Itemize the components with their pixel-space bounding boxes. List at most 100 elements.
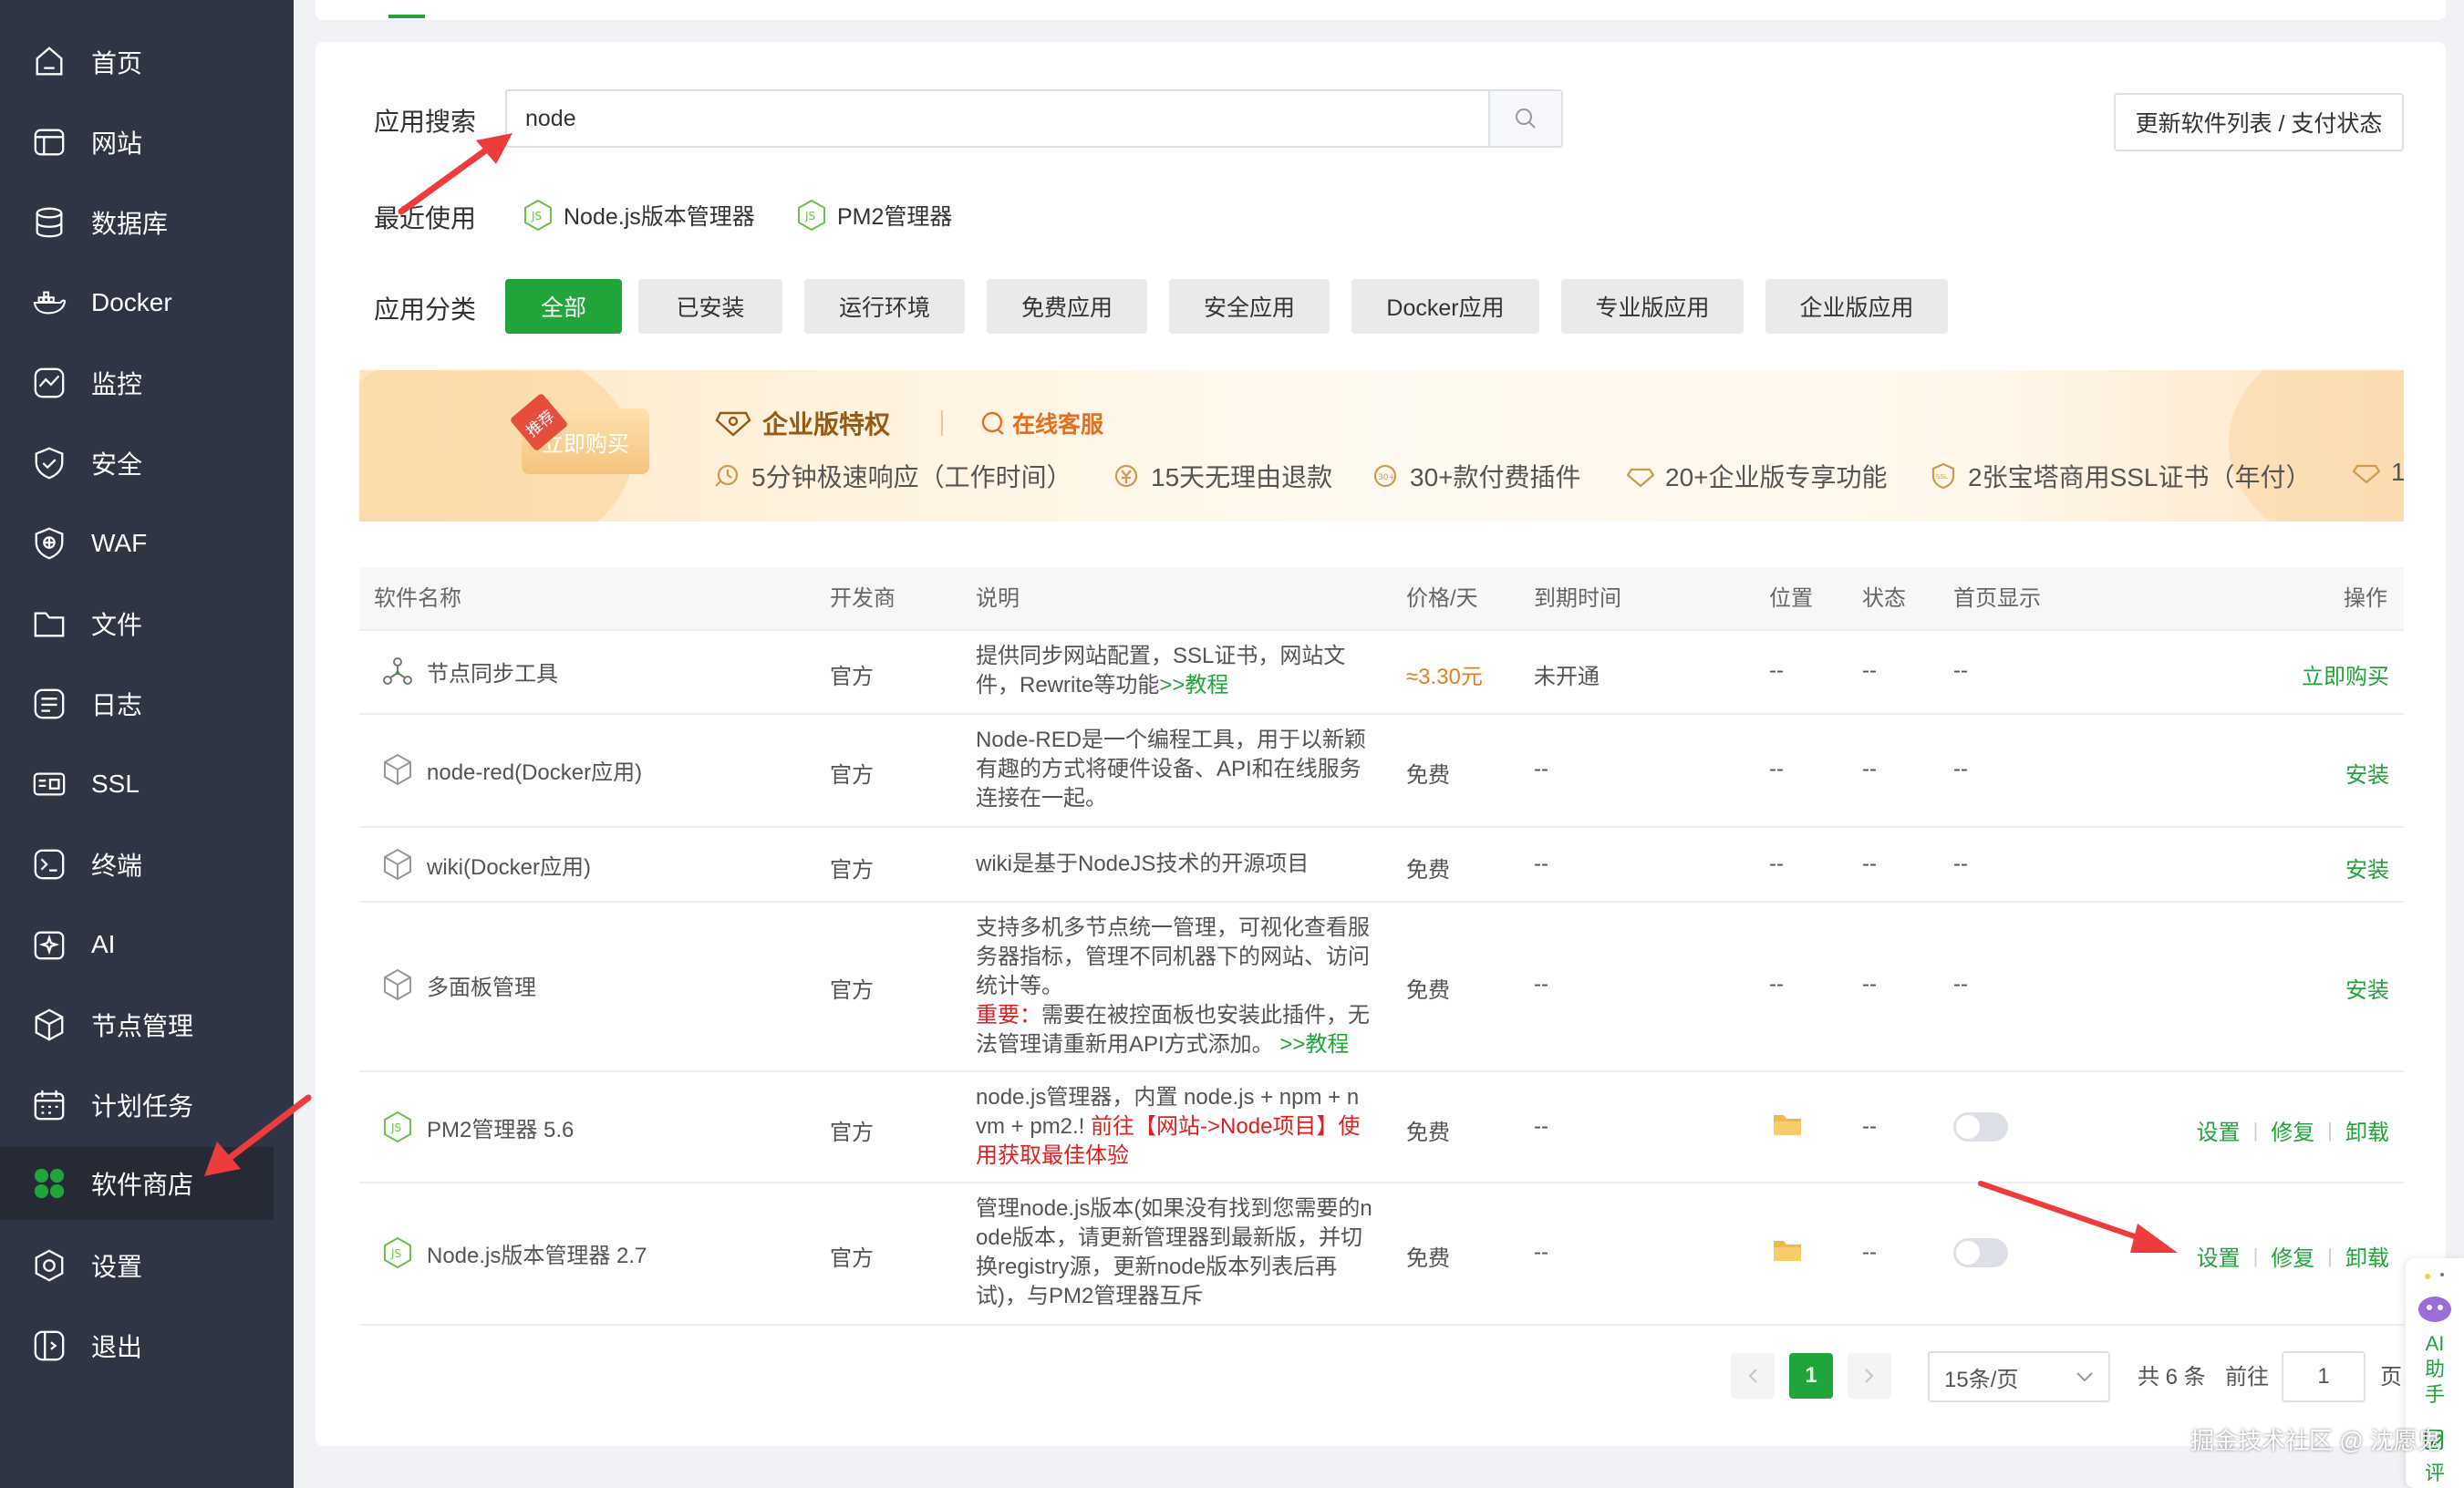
install-link[interactable]: 安装	[2345, 852, 2389, 884]
sidebar-item-logout[interactable]: 退出	[0, 1309, 294, 1382]
uninstall-link[interactable]: 卸载	[2345, 1240, 2389, 1272]
tutorial-link[interactable]: >>教程	[1159, 673, 1228, 698]
buy-now-link[interactable]: 立即购买	[2302, 658, 2389, 690]
sidebar-item-label: 日志	[91, 691, 143, 719]
sidebar-item-monitor[interactable]: 监控	[0, 346, 294, 419]
page-size-select[interactable]: 15条/页	[1928, 1351, 2110, 1402]
ops-divider: |	[2327, 1118, 2333, 1142]
home-display-toggle[interactable]	[1953, 1238, 2008, 1267]
sidebar-item-waf[interactable]: WAF	[0, 507, 294, 580]
header-status: 状态	[1862, 586, 1906, 611]
feature-item: 5分钟极速响应（工作时间）	[713, 458, 1072, 494]
ssl-icon	[31, 766, 67, 802]
home-display-toggle[interactable]	[1953, 1112, 2008, 1142]
sidebar-item-docker[interactable]: Docker	[0, 266, 294, 339]
sidebar-item-ai[interactable]: AI	[0, 908, 294, 981]
sidebar-item-logs[interactable]: 日志	[0, 667, 294, 740]
sidebar-item-label: 终端	[91, 852, 143, 880]
clock-icon	[715, 464, 739, 487]
uninstall-link[interactable]: 卸载	[2345, 1114, 2389, 1146]
location: --	[1769, 852, 1784, 876]
software-name-label: 节点同步工具	[427, 661, 558, 687]
description: Node-RED是一个编程工具，用于以新颖 有趣的方式将硬件设备、API和在线服…	[976, 726, 1395, 813]
nodejs-icon: JS	[798, 199, 825, 232]
goto-page-input[interactable]: 1	[2282, 1351, 2366, 1402]
price: ≈3.30元	[1406, 665, 1483, 689]
software-name: wiki(Docker应用)	[381, 848, 591, 881]
software-name-label: 多面板管理	[427, 975, 536, 1000]
sidebar-item-terminal[interactable]: 终端	[0, 828, 294, 901]
tutorial-link[interactable]: >>教程	[1279, 1032, 1349, 1057]
top-tab-strip	[316, 0, 2446, 20]
shield-icon	[31, 445, 67, 481]
sidebar-item-website[interactable]: 网站	[0, 106, 294, 179]
ops-divider: |	[2252, 1118, 2259, 1142]
repair-link[interactable]: 修复	[2271, 1240, 2314, 1272]
ops: 安装	[2345, 757, 2389, 789]
next-page-button[interactable]	[1848, 1353, 1891, 1399]
price: 免费	[1406, 1121, 1450, 1145]
description: 支持多机多节点统一管理，可视化查看服 务器指标，管理不同机器下的网站、访问 统计…	[976, 914, 1395, 1059]
settings-link[interactable]: 设置	[2197, 1114, 2241, 1146]
sidebar-item-cron[interactable]: 计划任务	[0, 1069, 294, 1142]
sidebar-item-database[interactable]: 数据库	[0, 186, 294, 259]
update-software-list-button[interactable]: 更新软件列表 / 支付状态	[2114, 93, 2404, 151]
sidebar-item-label: 首页	[91, 49, 143, 78]
sidebar-item-home[interactable]: 首页	[0, 26, 294, 98]
search-input[interactable]	[507, 91, 1488, 146]
category-free[interactable]: 免费应用	[987, 279, 1147, 334]
category-installed[interactable]: 已安装	[638, 279, 782, 334]
recent-item-nodejs[interactable]: JS Node.js版本管理器	[522, 197, 755, 233]
repair-link[interactable]: 修复	[2271, 1114, 2314, 1146]
settings-link[interactable]: 设置	[2197, 1240, 2241, 1272]
open-folder-button[interactable]	[1773, 1112, 1802, 1136]
description-line: 法管理请重新用API方式添加。 >>教程	[976, 1030, 1395, 1059]
diamond-icon	[715, 411, 751, 437]
sidebar-item-files[interactable]: 文件	[0, 587, 294, 660]
sidebar-item-label: AI	[91, 930, 116, 958]
sidebar-item-settings[interactable]: 设置	[0, 1229, 294, 1302]
home-display: --	[1953, 852, 1968, 876]
description-line: Node-RED是一个编程工具，用于以新颖	[976, 728, 1367, 752]
page-number-current[interactable]: 1	[1789, 1353, 1833, 1399]
diamond-icon	[1627, 468, 1654, 488]
category-pro[interactable]: 专业版应用	[1561, 279, 1744, 334]
description-line: 务器指标，管理不同机器下的网站、访问	[976, 945, 1370, 969]
node-project-hint[interactable]: 用获取最佳体验	[976, 1142, 1404, 1171]
price: 免费	[1406, 858, 1450, 883]
prev-page-button[interactable]	[1731, 1353, 1775, 1399]
category-all[interactable]: 全部	[505, 279, 622, 334]
folder-icon	[1774, 1241, 1801, 1261]
node-sync-icon	[383, 657, 412, 685]
nodejs-icon: JS	[384, 1236, 411, 1269]
sidebar-item-store[interactable]: 软件商店	[0, 1147, 274, 1220]
feature-label: 5分钟极速响应（工作时间）	[751, 463, 1072, 491]
category-runtime[interactable]: 运行环境	[804, 279, 965, 334]
sidebar-item-label: 计划任务	[91, 1092, 194, 1121]
search-icon	[1516, 108, 1536, 129]
status: --	[1862, 852, 1877, 876]
search-button[interactable]	[1488, 91, 1561, 146]
open-folder-button[interactable]	[1773, 1238, 1802, 1262]
sidebar-item-nodes[interactable]: 节点管理	[0, 988, 294, 1061]
category-docker[interactable]: Docker应用	[1351, 279, 1539, 334]
node-project-hint[interactable]: 前往【网站->Node项目】使	[1091, 1114, 1360, 1139]
diamond-icon	[2353, 464, 2380, 484]
recent-item-pm2[interactable]: JS PM2管理器	[795, 197, 952, 233]
online-service-link[interactable]: 在线客服	[979, 407, 1103, 439]
sidebar-item-label: 退出	[91, 1333, 143, 1361]
category-enterprise[interactable]: 企业版应用	[1765, 279, 1948, 334]
page-suffix: 页	[2380, 1365, 2402, 1390]
chevron-down-icon	[2076, 1372, 2093, 1382]
sidebar-item-ssl[interactable]: SSL	[0, 748, 294, 821]
install-link[interactable]: 安装	[2345, 972, 2389, 1004]
install-link[interactable]: 安装	[2345, 757, 2389, 789]
description: 管理node.js版本(如果没有找到您需要的n ode版本，请更新管理器到最新版…	[976, 1194, 1404, 1311]
category-security[interactable]: 安全应用	[1169, 279, 1330, 334]
svg-text:SSL: SSL	[1936, 473, 1948, 480]
vendor: 官方	[830, 665, 874, 689]
logout-icon	[31, 1328, 67, 1364]
expire-time: --	[1534, 852, 1548, 876]
sidebar-item-security[interactable]: 安全	[0, 427, 294, 500]
description: node.js管理器，内置 node.js + npm + n vm + pm2…	[976, 1083, 1404, 1171]
